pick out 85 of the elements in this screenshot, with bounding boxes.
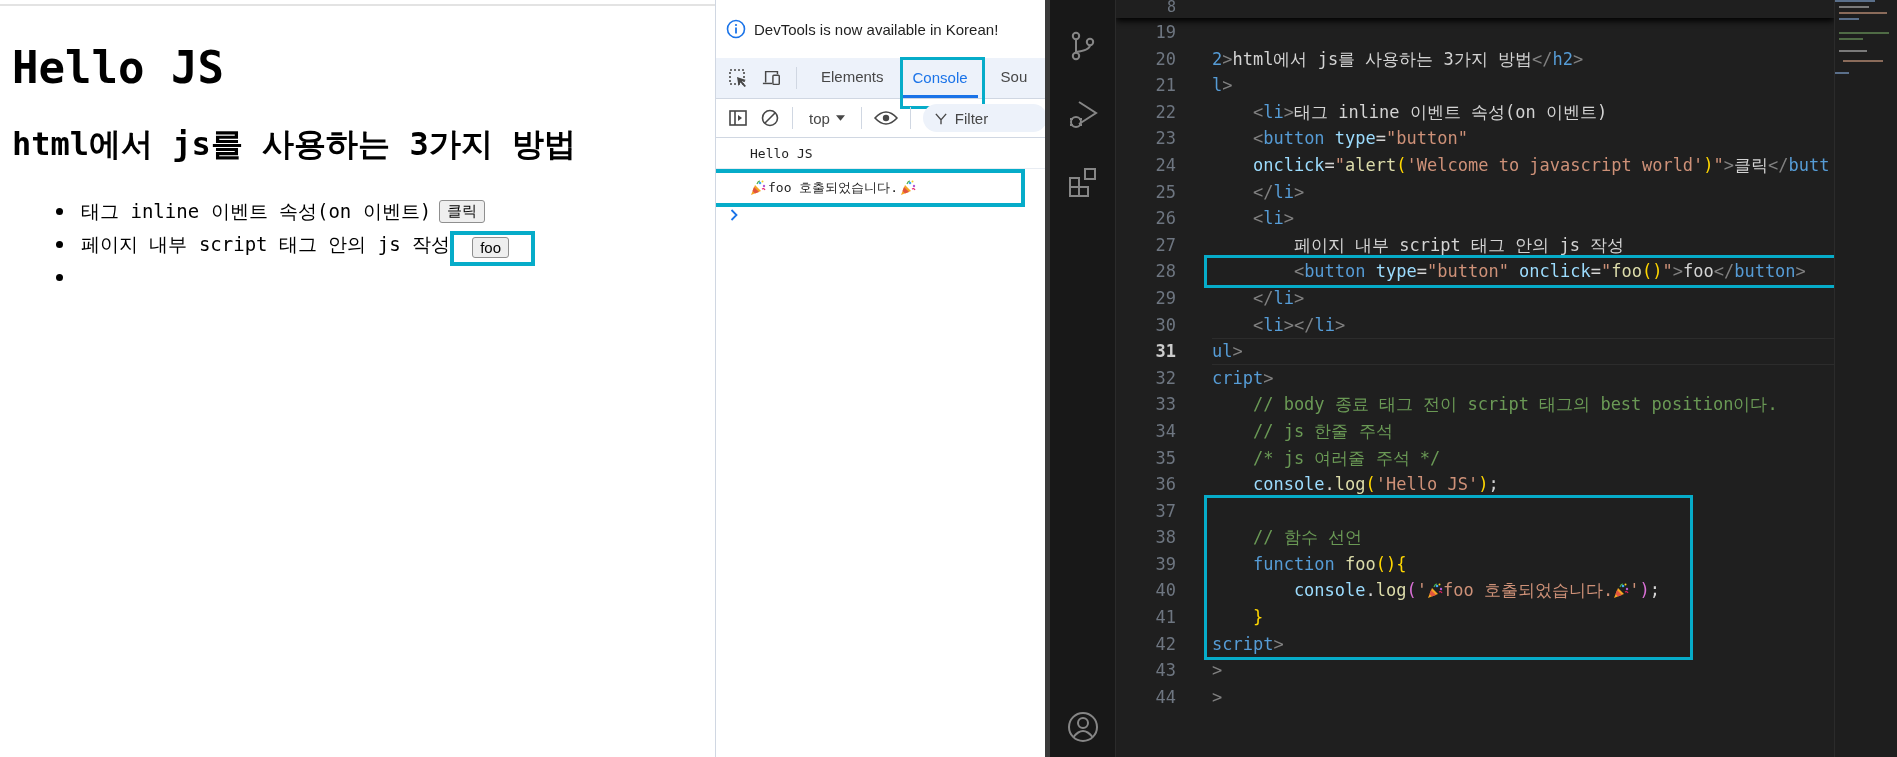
devtools-tab[interactable]: Sou — [990, 59, 1038, 97]
line-number: 33 — [1154, 393, 1176, 417]
line-number: 27 — [1154, 233, 1176, 257]
filter-icon — [934, 113, 947, 125]
code-line: 2>html에서 js를 사용하는 3가지 방법</h2> — [1212, 47, 1584, 71]
line-number: 26 — [1154, 207, 1176, 231]
devtools-tab[interactable]: Elements — [811, 59, 894, 97]
info-icon — [726, 19, 746, 39]
list-item-text: 태그 inline 이벤트 속성(on 이벤트) — [81, 198, 432, 224]
code-line: onclick="alert('Welcome to javascript world')">클릭</butt — [1252, 153, 1830, 177]
line-number: 25 — [1154, 180, 1176, 204]
line-number: 29 — [1154, 286, 1176, 310]
party-popper-icon — [1613, 582, 1630, 599]
line-number: 40 — [1154, 579, 1176, 603]
party-popper-icon — [1427, 582, 1443, 599]
clear-icon[interactable] — [760, 108, 780, 128]
line-number: 44 — [1154, 685, 1176, 709]
line-number: 24 — [1154, 153, 1176, 177]
line-number: 36 — [1154, 473, 1176, 497]
code-line: <button type="button" onclick="foo()">foo</button> — [1293, 260, 1806, 284]
inspect-icon[interactable] — [728, 68, 748, 88]
bullet-icon — [56, 274, 63, 281]
code-line: script> — [1212, 632, 1284, 656]
line-number: 38 — [1154, 526, 1176, 550]
code-line: <li> — [1252, 207, 1294, 231]
line-number: 35 — [1154, 446, 1176, 470]
code-line: <li></li> — [1252, 313, 1346, 337]
line-number: 8 — [1165, 0, 1176, 18]
code-line: } — [1252, 606, 1264, 630]
code-line: // body 종료 태그 전이 script 태그의 best position이다. — [1252, 393, 1778, 417]
console-message: foo 호출되었습니다. — [768, 179, 899, 197]
caret-icon — [835, 115, 845, 121]
party-popper-icon — [900, 180, 917, 196]
code-line: 페이지 내부 script 태그 안의 js 작성 — [1293, 233, 1625, 257]
code-line: </li> — [1252, 286, 1305, 310]
code-line: console.log(' — [1293, 579, 1427, 603]
list-item-text: 페이지 내부 script 태그 안의 js 작성 — [81, 231, 451, 257]
party-popper-icon — [750, 180, 766, 196]
page-subheading: html에서 js를 사용하는 3가지 방법 — [12, 124, 577, 165]
code-line: > — [1212, 659, 1223, 683]
line-number: 23 — [1154, 127, 1176, 151]
page-button[interactable]: 클릭 — [439, 200, 486, 223]
line-number: 21 — [1154, 74, 1176, 98]
page-heading: Hello JS — [12, 42, 225, 93]
code-line: // 함수 선언 — [1252, 526, 1362, 550]
code-line: ul> — [1212, 340, 1243, 364]
bullet-icon — [56, 241, 63, 248]
sidebar-icon[interactable] — [728, 108, 748, 128]
code-line: cript> — [1212, 366, 1274, 390]
code-line: function foo(){ — [1252, 552, 1407, 576]
bullet-icon — [56, 208, 63, 215]
code-line: > — [1212, 685, 1223, 709]
context-dropdown[interactable]: top — [805, 109, 849, 127]
line-number: 39 — [1154, 552, 1176, 576]
line-number: 43 — [1154, 659, 1176, 683]
line-number: 31 — [1154, 340, 1176, 364]
code-line: /* js 여러줄 주석 */ — [1252, 446, 1441, 470]
code-line: </li> — [1252, 180, 1305, 204]
device-icon[interactable] — [762, 68, 782, 88]
line-number: 32 — [1154, 366, 1176, 390]
chevron-icon — [730, 209, 738, 221]
filter-field[interactable]: Filter — [922, 104, 1045, 132]
code-line: foo 호출되었습니다. — [1443, 579, 1614, 603]
devtools-tab[interactable]: Console — [902, 60, 978, 98]
line-number: 42 — [1154, 632, 1176, 656]
line-number: 20 — [1154, 47, 1176, 71]
code-line: l> — [1212, 74, 1233, 98]
line-number: 28 — [1154, 260, 1176, 284]
line-number: 37 — [1154, 499, 1176, 523]
line-number: 41 — [1154, 606, 1176, 630]
code-line: console.log('Hello JS'); — [1252, 473, 1499, 497]
line-number: 19 — [1154, 21, 1176, 44]
line-number: 30 — [1154, 313, 1176, 337]
banner-text: DevTools is now available in Korean! — [754, 20, 999, 38]
code-line: <button type="button" — [1252, 127, 1468, 151]
code-line: <li>태그 inline 이벤트 속성(on 이벤트) — [1252, 100, 1608, 124]
account-icon[interactable] — [1066, 711, 1099, 743]
console-message: Hello JS — [750, 145, 813, 161]
line-number: 34 — [1154, 419, 1176, 443]
page-button[interactable]: foo — [472, 237, 509, 258]
eye-icon[interactable] — [873, 108, 898, 128]
code-line: '); — [1629, 579, 1660, 603]
extensions-icon[interactable] — [1066, 166, 1099, 198]
line-number: 22 — [1154, 100, 1176, 124]
code-line: // js 한줄 주석 — [1252, 419, 1393, 443]
